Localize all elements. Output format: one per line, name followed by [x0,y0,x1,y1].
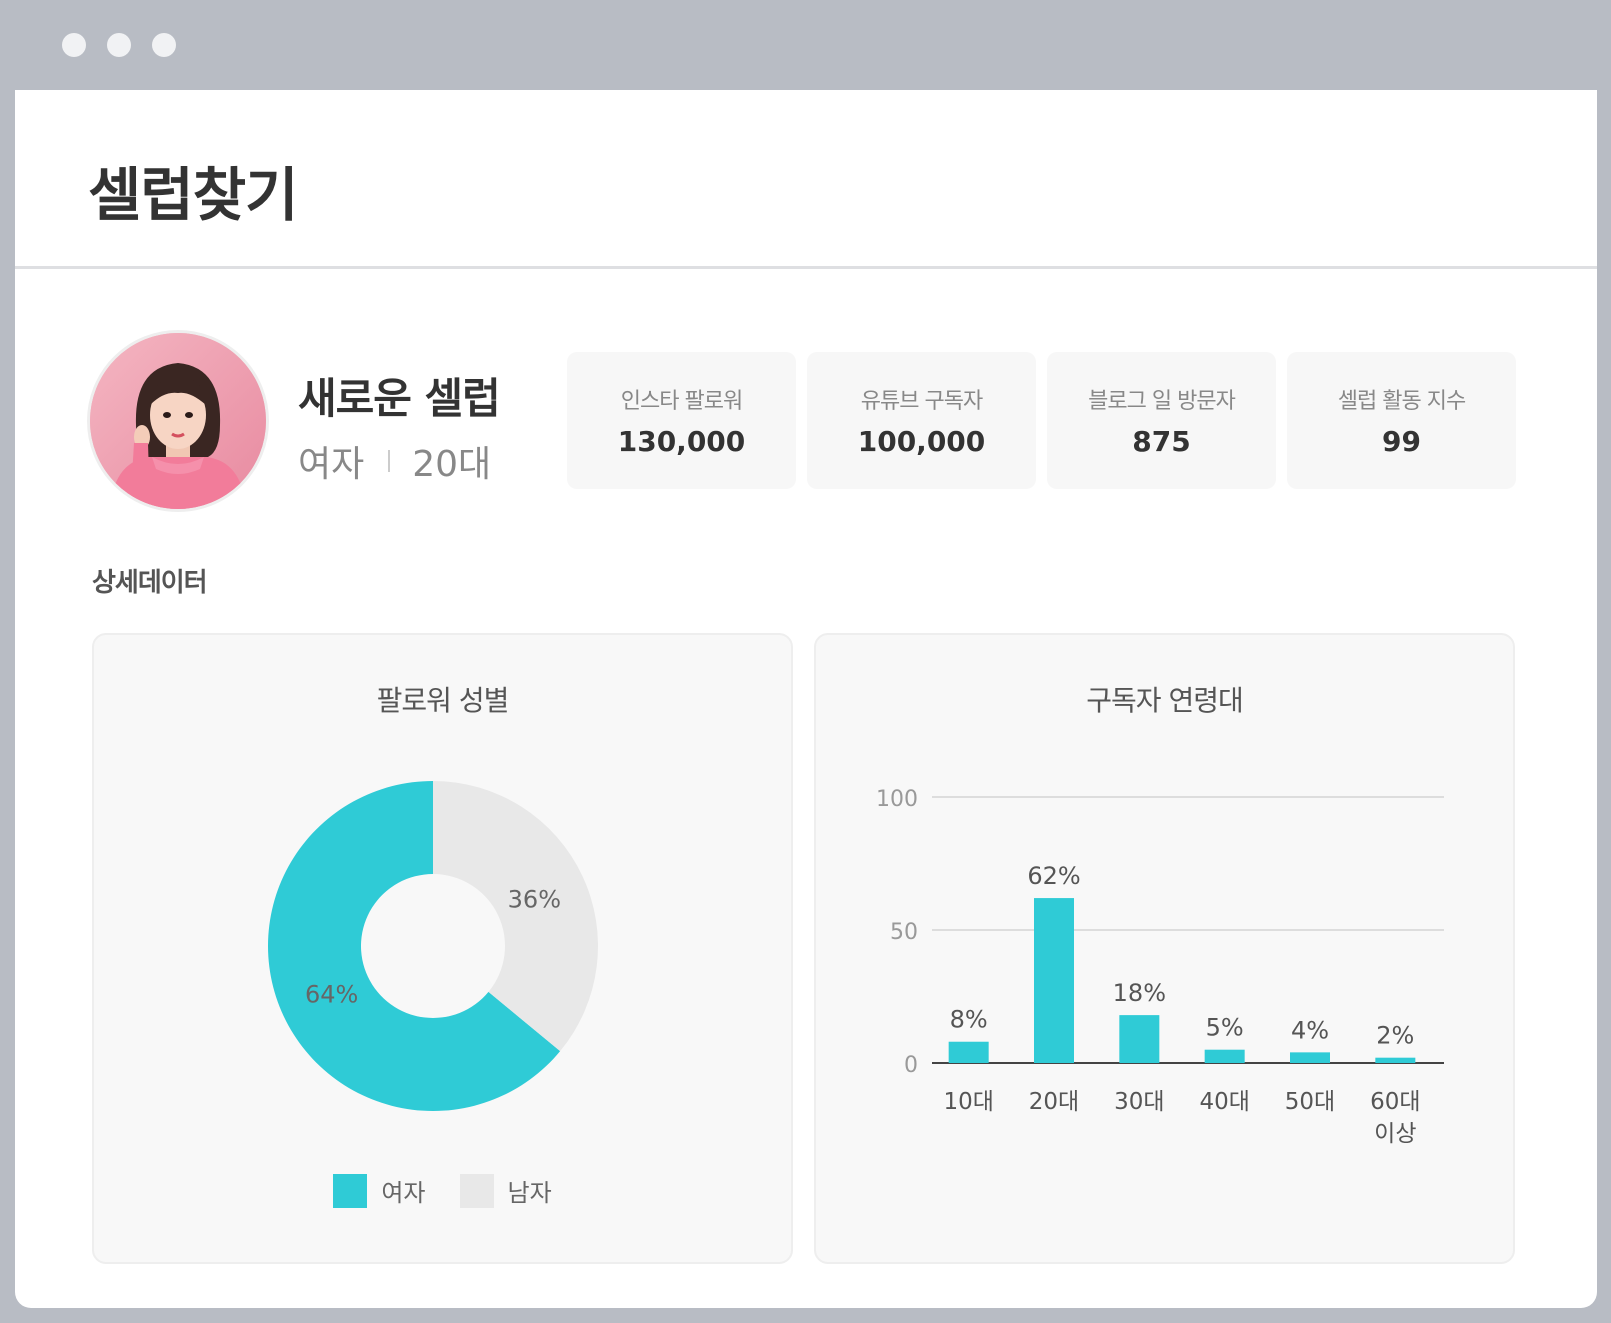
data-label: 2% [1376,1022,1414,1050]
data-label: 8% [950,1006,988,1034]
x-tick-label: 20대 [1029,1089,1079,1115]
y-tick-label: 100 [876,787,918,812]
legend-item-male: 남자 [459,1173,552,1208]
stat-label: 인스타 팔로워 [620,389,743,414]
stat-value: 100,000 [857,425,986,458]
bar [1034,898,1074,1063]
bar [948,1041,989,1063]
stat-value: 875 [1132,425,1191,458]
data-label: 4% [1291,1016,1329,1044]
stat-card-blog: 블로그 일 방문자 875 [1047,352,1276,489]
browser-window: 셀럽찾기 새로운 셀럽 여자 20대 인스타 팔로워 130,000 유튜브 구… [0,0,1611,1323]
profile-age-group: 20대 [412,444,492,485]
window-dot-icon[interactable] [62,33,86,57]
data-label: 18% [1113,979,1166,1007]
x-tick-label: 40대 [1199,1089,1249,1115]
page-content: 셀럽찾기 새로운 셀럽 여자 20대 인스타 팔로워 130,000 유튜브 구… [15,90,1597,1308]
stat-label: 블로그 일 방문자 [1088,389,1236,414]
pie-slice [433,781,598,1052]
x-tick-label: 10대 [943,1089,993,1115]
data-label: 64% [305,981,358,1009]
gender-chart-panel: 팔로워 성별 64% 36% 여자 남자 [92,633,793,1264]
legend-label: 남자 [507,1179,552,1207]
window-dot-icon[interactable] [152,33,176,57]
stat-card-activity-index: 셀럽 활동 지수 99 [1287,352,1516,489]
x-tick-label: 30대 [1114,1089,1164,1115]
data-label: 5% [1206,1014,1244,1042]
stat-card-instagram: 인스타 팔로워 130,000 [567,352,796,489]
data-label: 62% [1027,862,1080,890]
legend-label: 여자 [381,1179,426,1207]
age-chart-panel: 구독자 연령대 0 50 100 8% 10대 62% 20대 18% 30대 5% 40대 4% 50… [814,633,1515,1264]
legend-swatch [459,1173,494,1208]
stat-label: 유튜브 구독자 [860,389,983,414]
y-tick-label: 0 [904,1053,918,1078]
bar [1204,1049,1245,1063]
stat-card-youtube: 유튜브 구독자 100,000 [807,352,1036,489]
meta-separator [388,450,391,472]
y-tick-label: 50 [890,920,918,945]
avatar-image [90,333,266,509]
avatar [87,330,269,512]
profile-name: 새로운 셀럽 [298,374,501,423]
stat-label: 셀럽 활동 지수 [1337,389,1466,414]
bar [1119,1015,1160,1063]
x-tick-label: 이상 [1374,1121,1416,1147]
legend-item-female: 여자 [333,1173,426,1208]
gender-donut-chart: 64% 36% [267,781,598,1111]
header-divider [15,266,1597,269]
bar [1290,1052,1330,1063]
profile-meta: 여자 20대 [298,435,491,487]
bar [1375,1057,1416,1063]
x-tick-label: 60대 [1370,1089,1420,1115]
section-title: 상세데이터 [92,568,208,598]
age-bar-chart: 0 50 100 8% 10대 62% 20대 18% 30대 5% 40대 4% 50대 2% 60대이상 [876,787,1444,1147]
window-dot-icon[interactable] [107,33,131,57]
x-tick-label: 50대 [1285,1089,1335,1115]
chart-legend: 여자 남자 [94,1173,791,1208]
profile-gender: 여자 [298,444,365,485]
stat-value: 130,000 [617,425,746,458]
legend-swatch [333,1173,368,1208]
stats-row: 인스타 팔로워 130,000 유튜브 구독자 100,000 블로그 일 방문… [567,352,1516,489]
page-title: 셀럽찾기 [88,161,298,229]
stat-value: 99 [1382,425,1421,458]
data-label: 36% [508,885,561,913]
window-controls [62,33,176,57]
